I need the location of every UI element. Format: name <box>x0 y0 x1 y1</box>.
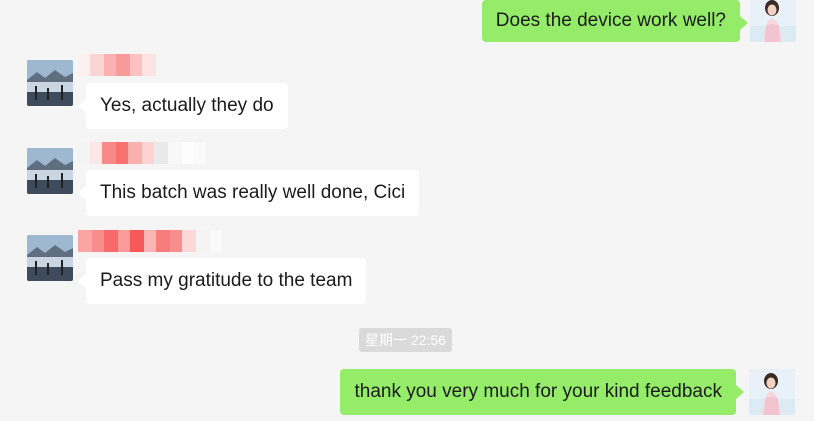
message-text: Yes, actually they do <box>100 95 274 116</box>
message-text: thank you very much for your kind feedba… <box>354 381 722 402</box>
message-bubble-incoming[interactable]: Pass my gratitude to the team <box>77 258 367 304</box>
message-bubble-outgoing[interactable]: thank you very much for your kind feedba… <box>340 369 744 415</box>
chat-window: Does the device work well? Yes, actually… <box>0 0 814 421</box>
sender-name <box>78 54 178 76</box>
contact-avatar[interactable] <box>27 235 73 281</box>
message-bubble-incoming[interactable]: This batch was really well done, Cici <box>77 170 420 216</box>
sender-name <box>78 230 236 252</box>
message-text: Pass my gratitude to the team <box>100 270 353 291</box>
self-avatar[interactable] <box>749 369 795 415</box>
redacted-name <box>78 142 206 164</box>
contact-avatar[interactable] <box>27 60 73 106</box>
message-bubble-incoming[interactable]: Yes, actually they do <box>78 83 288 129</box>
message-text: This batch was really well done, Cici <box>100 182 406 203</box>
sender-name <box>78 142 224 164</box>
redacted-name <box>78 54 166 76</box>
message-text: Does the device work well? <box>495 10 726 31</box>
timestamp: 星期一 22:56 <box>359 328 452 352</box>
redacted-name <box>78 230 222 252</box>
self-avatar[interactable] <box>750 0 796 42</box>
contact-avatar[interactable] <box>27 148 73 194</box>
message-bubble-outgoing[interactable]: Does the device work well? <box>481 0 749 42</box>
